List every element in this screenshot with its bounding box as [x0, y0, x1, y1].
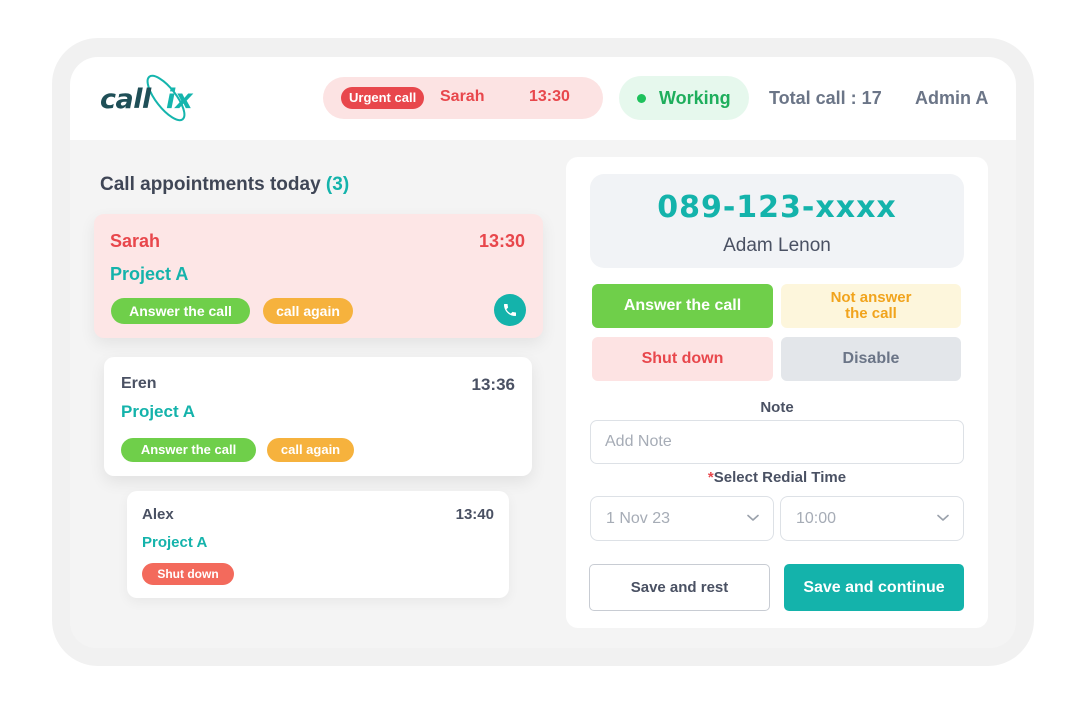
appointment-project: Project A: [142, 534, 208, 551]
urgent-call-badge: Urgent call: [341, 87, 425, 109]
appointment-card[interactable]: Eren 13:36 Project A Answer the call cal…: [104, 357, 532, 476]
status-label: Working: [659, 88, 731, 108]
status-dot-icon: [637, 94, 646, 103]
appointment-time: 13:36: [471, 375, 515, 394]
callix-logo: call ix: [100, 72, 193, 128]
appointment-time: 13:30: [478, 231, 525, 251]
redial-time-select[interactable]: 10:00: [780, 496, 964, 541]
phone-icon: [504, 304, 516, 316]
caller-phone-number: 089-123-xxxx: [657, 190, 897, 225]
disable-button[interactable]: Disable: [781, 337, 961, 381]
tag-answer-the-call: Answer the call: [121, 438, 256, 462]
appointment-name: Eren: [121, 375, 157, 392]
appointment-time: 13:40: [455, 506, 494, 523]
total-call-count: Total call : 17: [769, 88, 882, 108]
appointment-project: Project A: [110, 264, 189, 284]
logo-accent: ix: [166, 84, 193, 115]
tag-call-again: call again: [263, 298, 353, 324]
appointment-card[interactable]: Alex 13:40 Project A Shut down: [127, 491, 509, 598]
appointment-name: Sarah: [110, 231, 161, 251]
call-button[interactable]: [494, 294, 526, 326]
note-input[interactable]: [590, 420, 964, 464]
appointments-title-text: Call appointments today: [100, 174, 321, 195]
save-and-rest-button[interactable]: Save and rest: [589, 564, 770, 611]
working-status-toggle[interactable]: Working: [619, 76, 749, 120]
not-answer-label-line1: Not answer: [830, 289, 912, 307]
caller-info-box: 089-123-xxxx Adam Lenon: [590, 174, 964, 268]
chevron-down-icon: [937, 514, 949, 521]
tag-call-again: call again: [267, 438, 354, 462]
urgent-call-banner[interactable]: Urgent call Sarah 13:30: [323, 77, 603, 119]
urgent-caller-name: Sarah: [440, 88, 485, 105]
tag-shut-down: Shut down: [142, 563, 234, 585]
redial-time-label: *Select Redial Time: [590, 469, 964, 486]
not-answer-button[interactable]: Not answer the call: [781, 284, 961, 328]
appointment-name: Alex: [142, 506, 174, 523]
appointments-count: (3): [325, 174, 350, 195]
logo-text: call: [100, 84, 151, 115]
redial-time-label-text: Select Redial Time: [713, 469, 847, 486]
appointment-card[interactable]: Sarah 13:30 Project A Answer the call ca…: [94, 214, 543, 338]
chevron-down-icon: [747, 514, 759, 521]
appointments-title: Call appointments today (3): [100, 174, 349, 196]
user-menu[interactable]: Admin A: [915, 88, 988, 109]
note-label: Note: [760, 399, 794, 416]
tag-answer-the-call: Answer the call: [111, 298, 250, 324]
not-answer-label-line2: the call: [845, 305, 897, 322]
caller-name: Adam Lenon: [723, 235, 831, 256]
save-and-continue-button[interactable]: Save and continue: [784, 564, 964, 611]
redial-time-value: 10:00: [796, 510, 837, 527]
appointment-project: Project A: [121, 402, 196, 421]
urgent-call-time: 13:30: [529, 88, 570, 105]
redial-date-value: 1 Nov 23: [606, 510, 671, 527]
answer-call-button[interactable]: Answer the call: [592, 284, 773, 328]
shut-down-button[interactable]: Shut down: [592, 337, 773, 381]
redial-date-select[interactable]: 1 Nov 23: [590, 496, 774, 541]
